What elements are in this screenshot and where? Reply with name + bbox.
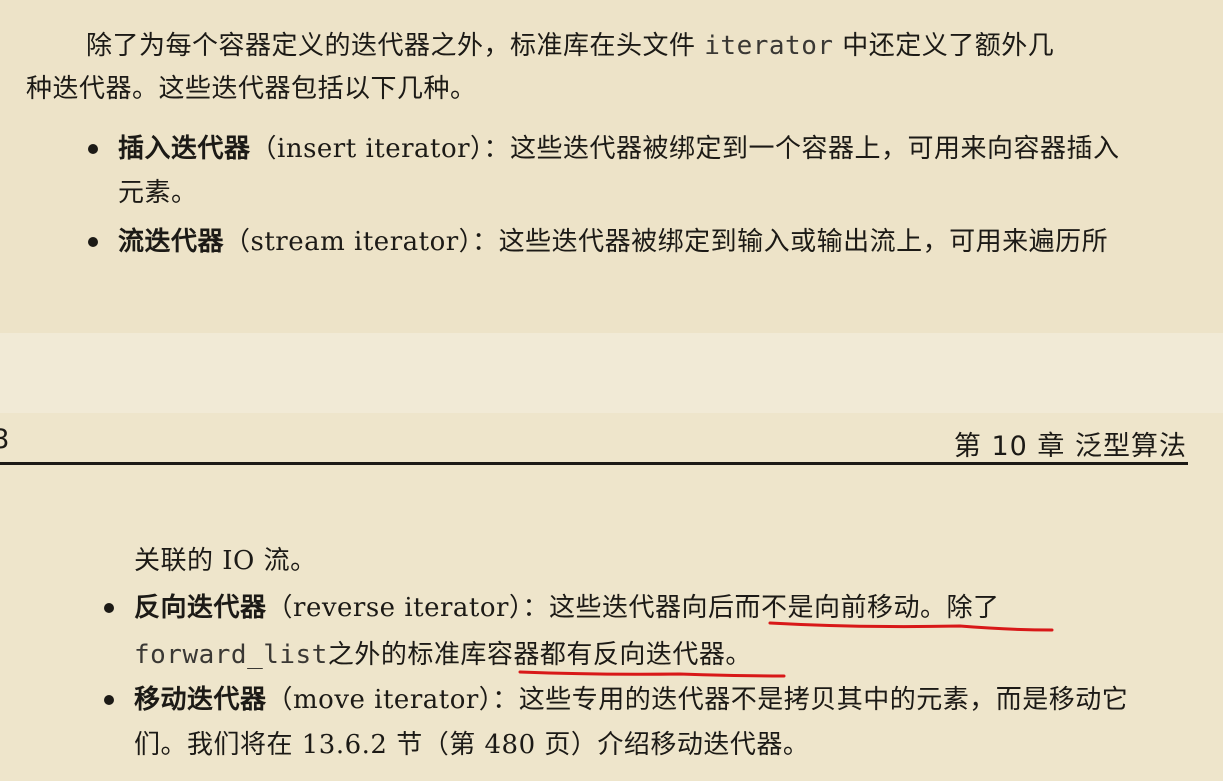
red-underline-1 — [768, 621, 1054, 632]
handwritten-underline-annotations — [518, 621, 1054, 678]
red-underline-2 — [518, 670, 786, 678]
